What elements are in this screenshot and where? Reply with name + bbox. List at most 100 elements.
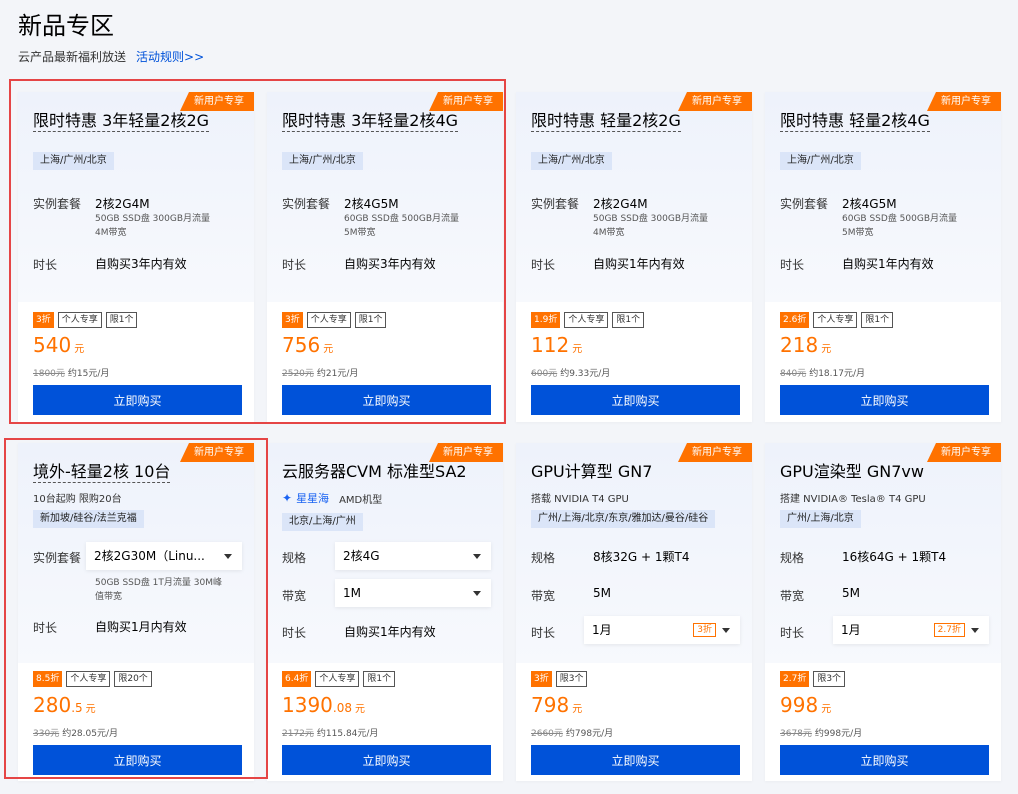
instance-spec: 60GB SSD盘 500GB月流量 5M带宽 xyxy=(842,214,958,238)
region-tag: 上海/广州/北京 xyxy=(282,152,363,170)
card-title[interactable]: GPU渲染型 GN7vw xyxy=(780,461,924,482)
discount-tag: 6.4折 xyxy=(282,671,312,687)
tag-row: 1.9折 个人专享 限1个 xyxy=(531,312,645,328)
buy-button[interactable]: 立即购买 xyxy=(780,745,989,775)
discount-tag: 2.7折 xyxy=(780,671,810,687)
buy-button[interactable]: 立即购买 xyxy=(531,385,740,415)
tag-row: 2.6折 个人专享 限1个 xyxy=(780,312,894,328)
personal-tag: 个人专享 xyxy=(57,312,102,328)
duration-value: 自购买1年内有效 xyxy=(593,257,685,271)
discount-tag: 1.9折 xyxy=(531,312,561,328)
instance-label: 实例套餐 xyxy=(282,197,331,211)
limit-tag: 限20个 xyxy=(114,671,152,687)
page-subtitle: 云产品最新福利放送 活动规则>> xyxy=(18,48,204,65)
new-user-badge: 新用户专享 xyxy=(927,443,1001,462)
region-tag: 广州/上海/北京 xyxy=(780,510,861,528)
tag-row: 2.7折 限3个 xyxy=(780,671,846,687)
original-price: 2520元 约21元/月 xyxy=(282,369,359,379)
price: 540 元 xyxy=(33,333,85,357)
buy-button[interactable]: 立即购买 xyxy=(780,385,989,415)
new-user-badge: 新用户专享 xyxy=(429,443,503,462)
region-tag: 上海/广州/北京 xyxy=(33,152,114,170)
bandwidth-label: 带宽 xyxy=(531,589,556,603)
duration-label: 时长 xyxy=(780,258,805,272)
rules-link[interactable]: 活动规则>> xyxy=(136,50,204,64)
discount-tag: 8.5折 xyxy=(33,671,63,687)
spec-select[interactable]: 2核4G xyxy=(335,542,491,570)
card-title[interactable]: GPU计算型 GN7 xyxy=(531,461,652,482)
new-user-badge: 新用户专享 xyxy=(678,92,752,111)
duration-value: 自购买1月内有效 xyxy=(95,620,187,634)
region-tag: 上海/广州/北京 xyxy=(780,152,861,170)
discount-tag: 3折 xyxy=(282,312,303,328)
buy-button[interactable]: 立即购买 xyxy=(33,745,242,775)
buy-button[interactable]: 立即购买 xyxy=(282,745,491,775)
duration-discount-tag: 3折 xyxy=(693,623,716,637)
instance-spec: 50GB SSD盘 300GB月流量 4M带宽 xyxy=(95,214,211,238)
new-user-badge: 新用户专享 xyxy=(927,92,1001,111)
product-card-overseas-light: 新用户专享 境外-轻量2核 10台 10台起购 限购20台 新加坡/硅谷/法兰克… xyxy=(18,443,254,781)
limit-tag: 限1个 xyxy=(354,312,387,328)
card-title[interactable]: 限时特惠 3年轻量2核2G xyxy=(33,110,210,132)
card-title[interactable]: 限时特惠 轻量2核4G xyxy=(780,110,930,132)
instance-spec: 60GB SSD盘 500GB月流量 5M带宽 xyxy=(344,214,460,238)
chevron-down-icon xyxy=(722,628,730,633)
instance-label: 实例套餐 xyxy=(33,197,82,211)
new-user-badge: 新用户专享 xyxy=(180,443,254,462)
original-price: 330元 约28.05元/月 xyxy=(33,729,118,739)
limit-tag: 限3个 xyxy=(813,671,846,687)
tag-row: 6.4折 个人专享 限1个 xyxy=(282,671,396,687)
product-card-light-2c2g: 新用户专享 限时特惠 轻量2核2G 上海/广州/北京 实例套餐 2核2G4M 5… xyxy=(516,92,752,422)
personal-tag: 个人专享 xyxy=(564,312,609,328)
new-user-badge: 新用户专享 xyxy=(678,443,752,462)
spec-value: 16核64G + 1颗T4 xyxy=(842,550,947,564)
new-user-badge: 新用户专享 xyxy=(429,92,503,111)
page-title: 新品专区 xyxy=(18,12,114,40)
instance-select[interactable]: 2核2G30M（Linu... xyxy=(86,542,242,570)
instance-label: 实例套餐 xyxy=(531,197,580,211)
limit-tag: 限3个 xyxy=(555,671,588,687)
price: 1390.08 元 xyxy=(282,693,365,717)
price: 112 元 xyxy=(531,333,583,357)
region-tag: 北京/上海/广州 xyxy=(282,513,363,531)
card-subline: ✦ 星星海 AMD机型 xyxy=(282,491,383,506)
duration-label: 时长 xyxy=(33,621,58,635)
duration-label: 时长 xyxy=(33,258,58,272)
bandwidth-value: 5M xyxy=(842,586,860,600)
card-title[interactable]: 限时特惠 轻量2核2G xyxy=(531,110,681,132)
duration-value: 自购买3年内有效 xyxy=(344,257,436,271)
bandwidth-select[interactable]: 1M xyxy=(335,579,491,607)
product-card-gpu-gn7: 新用户专享 GPU计算型 GN7 搭载 NVIDIA T4 GPU 广州/上海/… xyxy=(516,443,752,781)
duration-label: 时长 xyxy=(531,258,556,272)
limit-tag: 限1个 xyxy=(612,312,645,328)
duration-select[interactable]: 1月 2.7折 xyxy=(833,616,989,644)
chevron-down-icon xyxy=(224,554,232,559)
original-price: 600元 约9.33元/月 xyxy=(531,369,611,379)
buy-button[interactable]: 立即购买 xyxy=(282,385,491,415)
new-user-badge: 新用户专享 xyxy=(180,92,254,111)
duration-label: 时长 xyxy=(780,626,805,640)
price: 280.5 元 xyxy=(33,693,96,717)
instance-value: 2核4G5M xyxy=(842,197,897,211)
discount-tag: 3折 xyxy=(33,312,54,328)
original-price: 2660元 约798元/月 xyxy=(531,729,614,739)
buy-button[interactable]: 立即购买 xyxy=(531,745,740,775)
card-subline: 10台起购 限购20台 xyxy=(33,494,122,505)
personal-tag: 个人专享 xyxy=(66,671,111,687)
instance-value: 2核2G4M xyxy=(593,197,648,211)
chevron-down-icon xyxy=(473,591,481,596)
spec-label: 规格 xyxy=(282,551,307,565)
card-title[interactable]: 云服务器CVM 标准型SA2 xyxy=(282,461,467,482)
card-title[interactable]: 境外-轻量2核 10台 xyxy=(33,461,171,483)
instance-spec: 50GB SSD盘 300GB月流量 4M带宽 xyxy=(593,214,709,238)
buy-button[interactable]: 立即购买 xyxy=(33,385,242,415)
instance-value: 2核2G4M xyxy=(95,197,150,211)
product-card-gpu-gn7vw: 新用户专享 GPU渲染型 GN7vw 搭建 NVIDIA® Tesla® T4 … xyxy=(765,443,1001,781)
original-price: 1800元 约15元/月 xyxy=(33,369,110,379)
duration-select[interactable]: 1月 3折 xyxy=(584,616,740,644)
duration-label: 时长 xyxy=(282,258,307,272)
discount-tag: 3折 xyxy=(531,671,552,687)
card-title[interactable]: 限时特惠 3年轻量2核4G xyxy=(282,110,459,132)
price: 798 元 xyxy=(531,693,583,717)
star-logo-icon: ✦ xyxy=(282,491,293,505)
